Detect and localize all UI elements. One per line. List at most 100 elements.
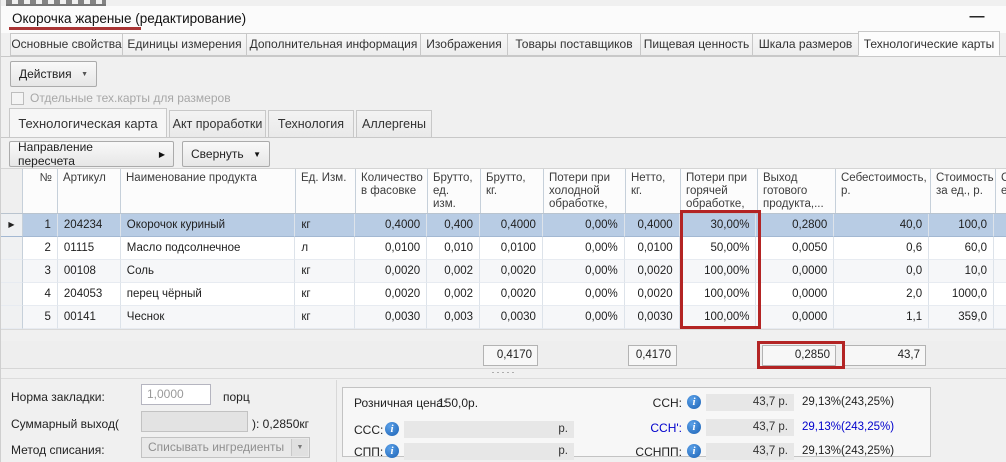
- table-cell[interactable]: 0,00%: [543, 237, 625, 260]
- table-cell[interactable]: 0,00%: [543, 214, 625, 237]
- table-cell[interactable]: кг: [295, 283, 355, 306]
- info-icon[interactable]: i: [687, 395, 701, 409]
- table-cell[interactable]: 1: [23, 214, 58, 237]
- tab-size-scale[interactable]: Шкала размеров: [752, 33, 859, 56]
- table-cell[interactable]: л: [295, 237, 355, 260]
- table-cell[interactable]: 204053: [58, 283, 121, 306]
- subtab-tech-card[interactable]: Технологическая карта: [9, 108, 167, 137]
- column-header[interactable]: Потери при горячей обработке,: [681, 169, 758, 213]
- table-row[interactable]: 500141Чесноккг0,00300,0030,00300,00%0,00…: [1, 306, 1006, 329]
- table-cell[interactable]: 5: [23, 306, 58, 329]
- table-cell[interactable]: 0,0030: [480, 306, 543, 329]
- collapse-button[interactable]: Свернуть ▼: [182, 141, 270, 167]
- table-cell[interactable]: 0,0000: [756, 260, 834, 283]
- table-cell[interactable]: 0,00%: [543, 260, 625, 283]
- table-cell[interactable]: Окорочок куриный: [121, 214, 296, 237]
- table-cell[interactable]: 01115: [58, 237, 121, 260]
- ccn-prime-percent[interactable]: 29,13%(243,25%): [802, 421, 894, 433]
- column-header[interactable]: Стоимость, ед.: [996, 169, 1006, 213]
- column-header[interactable]: Потери при холодной обработке,: [544, 169, 626, 213]
- table-cell[interactable]: 0,002: [427, 283, 480, 306]
- table-cell[interactable]: 0,0020: [480, 260, 543, 283]
- subtab-technology[interactable]: Технология: [268, 110, 354, 137]
- column-header[interactable]: Брутто, кг.: [481, 169, 544, 213]
- column-header[interactable]: Артикул: [58, 169, 121, 213]
- tab-tech-cards[interactable]: Технологические карты: [858, 31, 1000, 56]
- column-header[interactable]: Себестоимость, р.: [836, 169, 931, 213]
- table-cell[interactable]: кг: [295, 260, 355, 283]
- table-cell[interactable]: Соль: [121, 260, 296, 283]
- table-cell[interactable]: 100,00%: [680, 283, 757, 306]
- tab-nutrition[interactable]: Пищевая ценность: [640, 33, 753, 56]
- tab-units[interactable]: Единицы измерения: [122, 33, 247, 56]
- norm-input[interactable]: 1,0000: [141, 384, 211, 405]
- recalc-direction-button[interactable]: Направление пересчета ▶: [9, 141, 174, 167]
- table-cell[interactable]: 2,0: [834, 283, 929, 306]
- table-cell[interactable]: 359,0: [929, 306, 994, 329]
- tab-main-properties[interactable]: Основные свойства: [10, 33, 123, 56]
- table-cell[interactable]: 40,0: [834, 214, 929, 237]
- table-cell[interactable]: 0,0000: [756, 306, 834, 329]
- table-cell[interactable]: кг: [295, 306, 355, 329]
- table-cell[interactable]: 0,0020: [355, 283, 427, 306]
- table-cell[interactable]: 100,00%: [680, 260, 757, 283]
- info-icon[interactable]: i: [687, 444, 701, 458]
- table-cell[interactable]: 00108: [58, 260, 121, 283]
- tab-supplier-goods[interactable]: Товары поставщиков: [507, 33, 641, 56]
- table-cell[interactable]: 0,0030: [355, 306, 427, 329]
- table-cell[interactable]: 0,0100: [355, 237, 427, 260]
- table-cell[interactable]: 0,00%: [543, 306, 625, 329]
- row-selector-cell[interactable]: [1, 306, 23, 329]
- column-header[interactable]: Нетто, кг.: [626, 169, 681, 213]
- table-cell[interactable]: 0,0050: [756, 237, 834, 260]
- table-cell[interactable]: 0,0020: [625, 283, 680, 306]
- column-header[interactable]: Наименование продукта: [121, 169, 296, 213]
- column-header[interactable]: Количество в фасовке: [356, 169, 428, 213]
- splitter-handle[interactable]: ·····: [1, 369, 1006, 378]
- table-cell[interactable]: кг: [295, 214, 355, 237]
- table-cell[interactable]: 00141: [58, 306, 121, 329]
- row-selector-cell[interactable]: [1, 260, 23, 283]
- table-cell[interactable]: 0,0030: [625, 306, 680, 329]
- table-cell[interactable]: Масло подсолнечное: [121, 237, 296, 260]
- subtab-test-act[interactable]: Акт проработки: [169, 110, 266, 137]
- table-cell[interactable]: перец чёрный: [121, 283, 296, 306]
- table-cell[interactable]: 0,0: [834, 260, 929, 283]
- column-header[interactable]: Брутто, ед. изм.: [428, 169, 481, 213]
- table-cell[interactable]: 2: [23, 237, 58, 260]
- table-cell[interactable]: 3: [23, 260, 58, 283]
- table-cell[interactable]: 0,0020: [355, 260, 427, 283]
- tab-additional-info[interactable]: Дополнительная информация: [246, 33, 421, 56]
- table-cell[interactable]: 0,0100: [480, 237, 543, 260]
- table-cell[interactable]: 0,4000: [480, 214, 543, 237]
- info-icon[interactable]: i: [385, 444, 399, 458]
- table-cell[interactable]: 0,400: [427, 214, 480, 237]
- table-cell[interactable]: 60,0: [929, 237, 994, 260]
- table-cell[interactable]: 0,010: [427, 237, 480, 260]
- row-selector-cell[interactable]: [1, 283, 23, 306]
- table-cell[interactable]: 0,2800: [756, 214, 834, 237]
- table-row[interactable]: 4204053перец чёрныйкг0,00200,0020,00200,…: [1, 283, 1006, 306]
- column-header[interactable]: №: [23, 169, 58, 213]
- info-icon[interactable]: i: [385, 422, 399, 436]
- table-cell[interactable]: 204234: [58, 214, 121, 237]
- table-cell[interactable]: 0,6: [834, 237, 929, 260]
- ccn-prime-label[interactable]: ССН':: [602, 421, 682, 435]
- table-cell[interactable]: 50,00%: [680, 237, 757, 260]
- tab-images[interactable]: Изображения: [420, 33, 508, 56]
- table-cell[interactable]: 100,0: [929, 214, 994, 237]
- table-row[interactable]: ▶1204234Окорочок куриныйкг0,40000,4000,4…: [1, 214, 1006, 237]
- column-header[interactable]: Выход готового продукта,...: [758, 169, 836, 213]
- table-row[interactable]: 201115Масло подсолнечноел0,01000,0100,01…: [1, 237, 1006, 260]
- table-cell[interactable]: 10,0: [929, 260, 994, 283]
- actions-button[interactable]: Действия ▼: [10, 61, 97, 87]
- table-cell[interactable]: 100,00%: [680, 306, 757, 329]
- table-row[interactable]: 300108Солькг0,00200,0020,00200,00%0,0020…: [1, 260, 1006, 283]
- table-cell[interactable]: 0,4000: [355, 214, 427, 237]
- info-icon[interactable]: i: [687, 420, 701, 434]
- table-cell[interactable]: 0,4000: [625, 214, 680, 237]
- row-selector-cell[interactable]: [1, 237, 23, 260]
- table-cell[interactable]: 1000,0: [929, 283, 994, 306]
- table-cell[interactable]: 0,0020: [480, 283, 543, 306]
- table-cell[interactable]: 0,0000: [756, 283, 834, 306]
